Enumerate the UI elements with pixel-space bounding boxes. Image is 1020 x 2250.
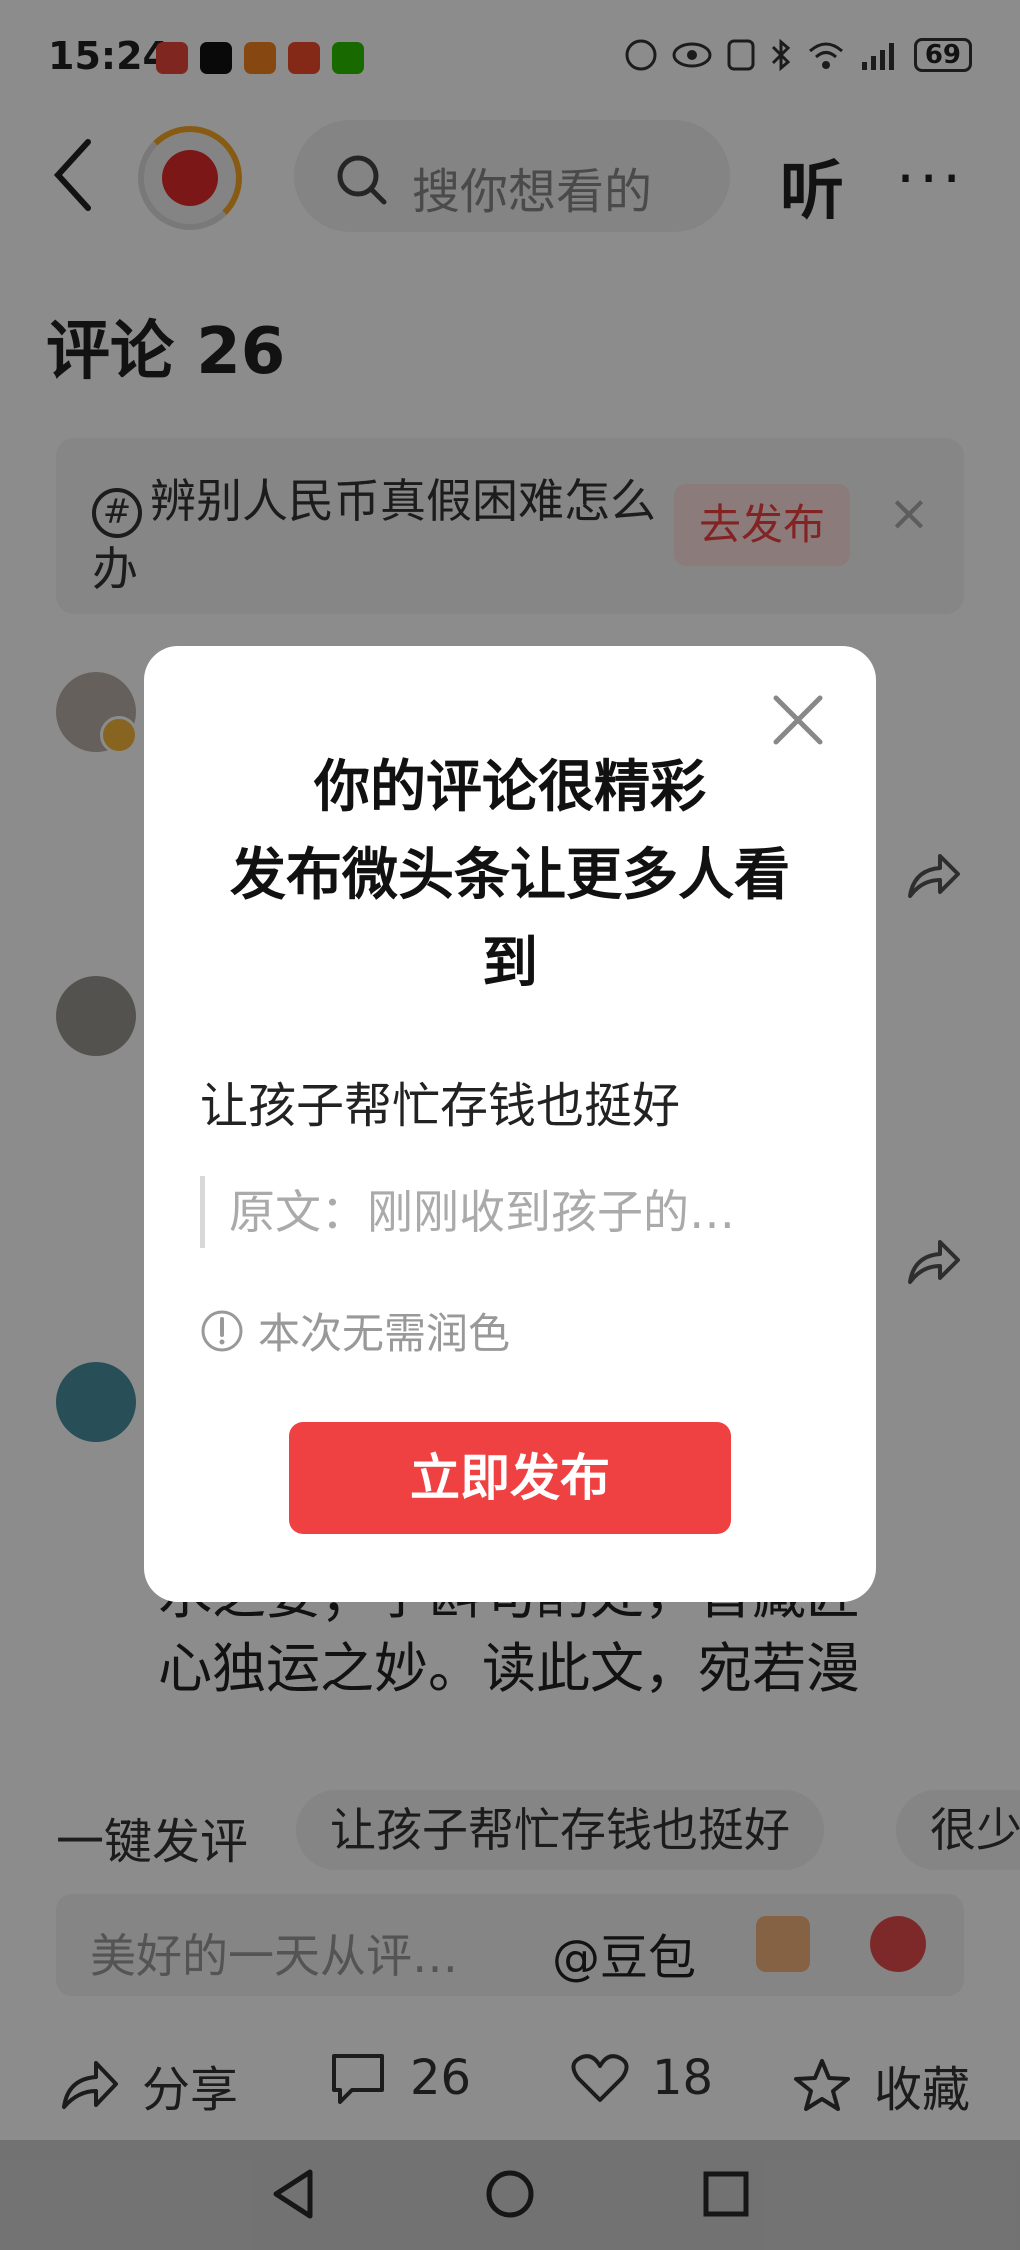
comment-preview: 让孩子帮忙存钱也挺好: [200, 1078, 681, 1134]
nav-bar-tint: [0, 2140, 1020, 2250]
original-text-preview: 原文：刚刚收到孩子的…: [200, 1176, 800, 1248]
publish-now-button[interactable]: 立即发布: [289, 1422, 731, 1534]
info-icon: [201, 1310, 243, 1351]
publish-dialog: 你的评论很精彩 发布微头条让更多人看 到 让孩子帮忙存钱也挺好 原文：刚刚收到孩…: [144, 646, 876, 1602]
polish-hint-text: 本次无需润色: [258, 1309, 511, 1358]
dialog-title-line: 你的评论很精彩: [314, 755, 706, 820]
close-icon[interactable]: [770, 692, 826, 748]
dialog-title-line: 发布微头条让更多人看: [230, 843, 790, 908]
dialog-title-line: 到: [482, 931, 538, 996]
dialog-title: 你的评论很精彩 发布微头条让更多人看 到: [204, 744, 816, 1008]
polish-hint: 本次无需润色: [200, 1300, 510, 1361]
